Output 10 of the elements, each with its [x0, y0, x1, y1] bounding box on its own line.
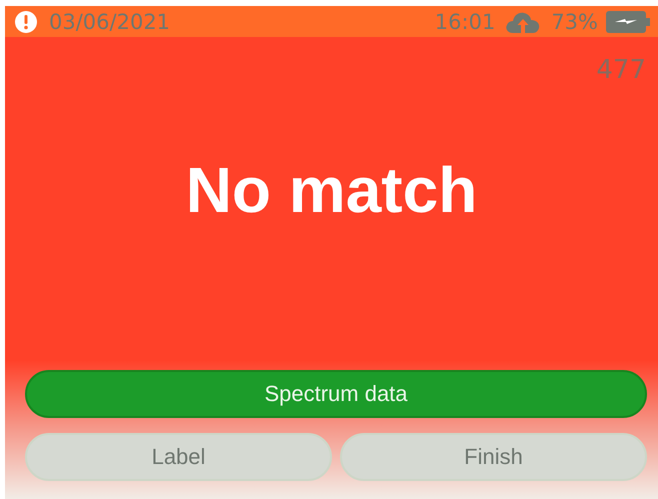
action-button[interactable]: Label — [25, 433, 332, 481]
battery-charging-icon — [606, 10, 650, 34]
result-message: No match — [184, 153, 478, 227]
battery-percent: 73% — [551, 10, 598, 34]
status-time: 16:01 — [434, 10, 496, 34]
spectrum-data-button[interactable]: Spectrum data — [25, 370, 647, 418]
alert-icon — [15, 10, 37, 32]
counter: 477 — [596, 55, 646, 85]
action-button[interactable]: Finish — [340, 433, 647, 481]
status-date: 03/06/2021 — [49, 10, 170, 34]
